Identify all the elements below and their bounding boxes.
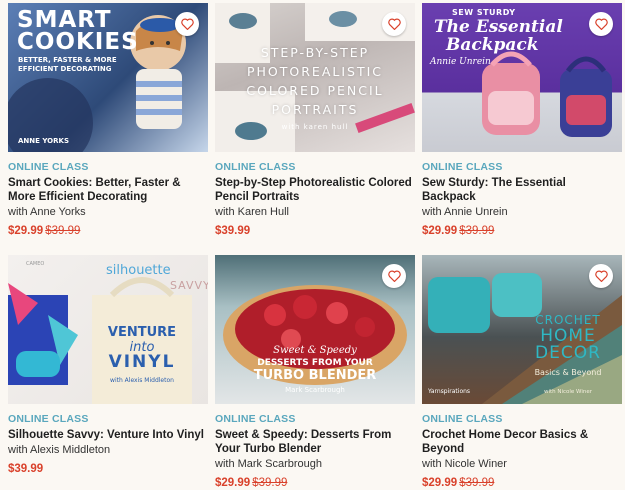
class-type-label: ONLINE CLASS <box>422 413 503 425</box>
thumb-title-line: DESSERTS FROM YOUR <box>257 358 373 368</box>
class-type-label: ONLINE CLASS <box>215 413 296 425</box>
thumb-title: STEP-BY-STEP PHOTOREALISTIC COLORED PENC… <box>246 45 384 117</box>
class-thumbnail[interactable]: STEP-BY-STEP PHOTOREALISTIC COLORED PENC… <box>215 3 415 152</box>
sale-price: $39.99 <box>215 225 251 237</box>
class-type-label: ONLINE CLASS <box>8 413 89 425</box>
instructor-name: with Alexis Middleton <box>8 444 111 456</box>
sale-price: $29.99 <box>215 477 251 489</box>
thumb-credit: with Nicole Winer <box>543 389 593 395</box>
class-title-link[interactable]: Silhouette Savvy: Venture Into Vinyl <box>8 428 208 442</box>
favorite-button[interactable] <box>175 12 199 36</box>
class-title-link[interactable]: Sweet & Speedy: Desserts From Your Turbo… <box>215 428 415 456</box>
thumb-savvy: SAVVY <box>170 279 208 292</box>
class-thumbnail[interactable]: silhouette SAVVY CAMEO VENTURE into VINY… <box>8 255 208 404</box>
thumb-title: The Essential Backpack <box>434 17 563 55</box>
sale-price: $29.99 <box>422 477 458 489</box>
thumb-subtitle: Basics & Beyond <box>534 368 602 377</box>
class-title-link[interactable]: Crochet Home Decor Basics & Beyond <box>422 428 622 456</box>
original-price: $39.99 <box>252 477 288 489</box>
thumb-credit: Annie Unrein <box>430 57 491 67</box>
thumb-credit: with Alexis Middleton <box>110 377 174 384</box>
original-price: $39.99 <box>459 477 495 489</box>
class-card[interactable]: SEW STURDY The Essential Backpack Annie … <box>422 3 622 255</box>
heart-icon <box>387 18 401 30</box>
thumb-kicker: Sweet & Speedy <box>273 345 357 356</box>
thumb-subtitle: BETTER, FASTER & MORE EFFICIENT DECORATI… <box>18 56 117 73</box>
heart-icon <box>594 18 608 30</box>
sale-price: $29.99 <box>8 225 44 237</box>
class-card[interactable]: Sweet & Speedy DESSERTS FROM YOUR TURBO … <box>215 255 415 490</box>
instructor-name: with Nicole Winer <box>422 458 507 470</box>
price: $29.99 $39.99 <box>422 477 622 489</box>
original-price: $39.99 <box>459 225 495 237</box>
class-title-link[interactable]: Sew Sturdy: The Essential Backpack <box>422 176 622 204</box>
class-type-label: ONLINE CLASS <box>215 161 296 173</box>
instructor-name: with Karen Hull <box>215 206 289 218</box>
class-title-link[interactable]: Step-by-Step Photorealistic Colored Penc… <box>215 176 415 204</box>
class-card[interactable]: silhouette SAVVY CAMEO VENTURE into VINY… <box>8 255 208 490</box>
heart-icon <box>180 18 194 30</box>
class-card[interactable]: CROCHET HOME DECOR Basics & Beyond with … <box>422 255 622 490</box>
class-type-label: ONLINE CLASS <box>8 161 89 173</box>
favorite-button[interactable] <box>589 264 613 288</box>
thumb-title: SMART COOKIES <box>17 7 139 55</box>
favorite-button[interactable] <box>382 12 406 36</box>
class-thumbnail[interactable]: CROCHET HOME DECOR Basics & Beyond with … <box>422 255 622 404</box>
class-card[interactable]: SMART COOKIES BETTER, FASTER & MORE EFFI… <box>8 3 208 255</box>
sale-price: $29.99 <box>422 225 458 237</box>
price: $29.99 $39.99 <box>215 477 415 489</box>
thumb-cameo: CAMEO <box>26 261 45 267</box>
class-thumbnail[interactable]: SEW STURDY The Essential Backpack Annie … <box>422 3 622 152</box>
thumb-title: TURBO BLENDER <box>253 368 377 383</box>
class-card[interactable]: STEP-BY-STEP PHOTOREALISTIC COLORED PENC… <box>215 3 415 255</box>
thumb-credit: Mark Scarbrough <box>285 386 345 394</box>
instructor-name: with Mark Scarbrough <box>215 458 322 470</box>
thumb-brand: Yarnspirations <box>428 388 471 395</box>
thumb-brand: silhouette <box>106 263 171 278</box>
price: $29.99 $39.99 <box>422 225 622 237</box>
heart-icon <box>594 270 608 282</box>
class-thumbnail[interactable]: Sweet & Speedy DESSERTS FROM YOUR TURBO … <box>215 255 415 404</box>
favorite-button[interactable] <box>382 264 406 288</box>
original-price: $39.99 <box>45 225 81 237</box>
heart-icon <box>387 270 401 282</box>
thumb-credit: ANNE YORKS <box>18 137 69 145</box>
thumb-title: CROCHET HOME DECOR <box>535 313 601 363</box>
thumb-title: VENTURE into VINYL <box>107 325 177 372</box>
thumb-credit: with karen hull <box>281 123 349 131</box>
price: $39.99 <box>8 463 208 475</box>
instructor-name: with Annie Unrein <box>422 206 508 218</box>
sale-price: $39.99 <box>8 463 44 475</box>
class-type-label: ONLINE CLASS <box>422 161 503 173</box>
favorite-button[interactable] <box>589 12 613 36</box>
class-title-link[interactable]: Smart Cookies: Better, Faster & More Eff… <box>8 176 208 204</box>
instructor-name: with Anne Yorks <box>8 206 86 218</box>
price: $39.99 <box>215 225 415 237</box>
thumb-kicker: SEW STURDY <box>452 8 516 17</box>
class-thumbnail[interactable]: SMART COOKIES BETTER, FASTER & MORE EFFI… <box>8 3 208 152</box>
class-grid: SMART COOKIES BETTER, FASTER & MORE EFFI… <box>8 3 622 490</box>
price: $29.99 $39.99 <box>8 225 208 237</box>
